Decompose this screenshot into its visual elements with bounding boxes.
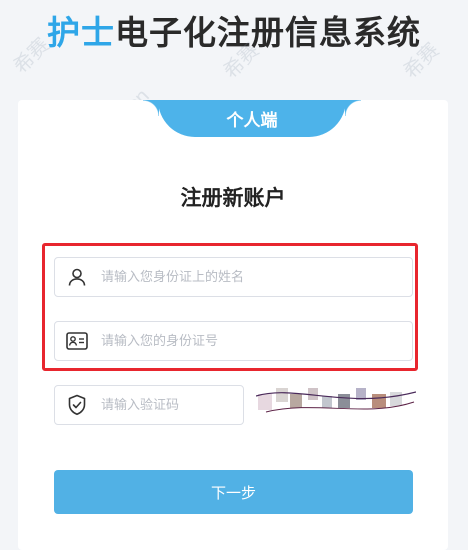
title-highlight: 护士 [47, 13, 115, 52]
id-number-input[interactable] [99, 332, 412, 350]
title-rest: 电子化注册信息系统 [115, 13, 421, 52]
captcha-field[interactable] [54, 385, 244, 425]
shield-check-icon [55, 386, 99, 424]
captcha-image[interactable] [256, 382, 416, 420]
captcha-input[interactable] [99, 396, 243, 414]
tab-personal[interactable]: 个人端 [143, 100, 361, 137]
page-title: 护士电子化注册信息系统 [0, 6, 468, 54]
register-card: 个人端 注册新账户 下一步 [18, 100, 448, 550]
id-card-icon [55, 322, 99, 360]
next-step-button[interactable]: 下一步 [54, 470, 413, 514]
id-number-field[interactable] [54, 321, 413, 361]
user-icon [55, 258, 99, 296]
form-heading: 注册新账户 [180, 186, 286, 210]
name-input[interactable] [99, 268, 412, 286]
name-field[interactable] [54, 257, 413, 297]
